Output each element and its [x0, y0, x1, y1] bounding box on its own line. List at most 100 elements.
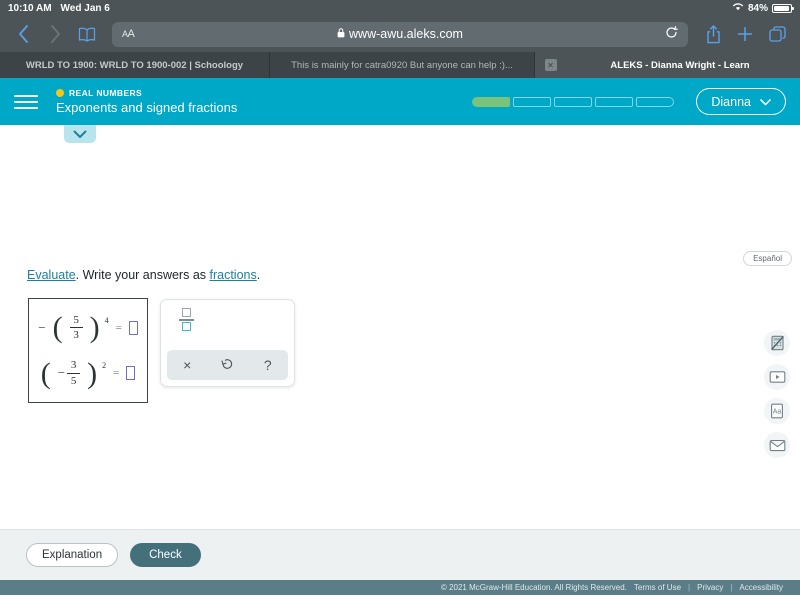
footer-separator-2: | [730, 583, 732, 592]
negative-fraction-3-over-5: − 3 5 [58, 359, 80, 387]
status-time: 10:10 AM [8, 3, 52, 14]
explanation-label: Explanation [42, 549, 102, 561]
progress-segment-2 [513, 97, 551, 107]
forward-button[interactable] [42, 21, 68, 47]
equals-sign: = [116, 322, 122, 334]
espanol-label: Español [753, 254, 782, 263]
clear-icon[interactable]: × [171, 357, 203, 373]
bookmarks-button[interactable] [74, 21, 100, 47]
right-paren: ) [87, 360, 97, 387]
app-root: 10:10 AM Wed Jan 6 84% AA w [0, 0, 800, 600]
progress-segment-4 [595, 97, 633, 107]
ios-status-bar: 10:10 AM Wed Jan 6 84% [0, 0, 800, 16]
numerator: 5 [73, 314, 79, 327]
reload-button[interactable] [665, 26, 678, 42]
close-icon[interactable]: ✕ [545, 59, 557, 71]
new-tab-icon[interactable] [732, 21, 758, 47]
answer-input-1[interactable] [129, 321, 138, 335]
right-paren: ) [90, 314, 100, 341]
check-label: Check [149, 549, 182, 561]
page-footer: © 2021 McGraw-Hill Education. All Rights… [0, 580, 800, 595]
topic-row: REAL NUMBERS [56, 88, 237, 98]
back-button[interactable] [10, 21, 36, 47]
tab-title: ALEKS - Dianna Wright - Learn [610, 60, 749, 71]
tab-close-container: ✕ [535, 52, 560, 78]
problem-box: − ( 5 3 ) 4 = ( − 3 [28, 298, 148, 403]
browser-tab-schoology[interactable]: WRLD TO 1900: WRLD TO 1900-002 | Schoolo… [0, 52, 270, 78]
tool-rail: Aa [764, 330, 790, 458]
header-title-block: REAL NUMBERS Exponents and signed fracti… [56, 88, 237, 115]
help-icon[interactable]: ? [252, 357, 284, 373]
copyright-text: © 2021 McGraw-Hill Education. All Rights… [441, 583, 627, 592]
undo-icon[interactable] [211, 357, 243, 374]
fraction-denominator-slot [182, 322, 191, 331]
fractions-link[interactable]: fractions [210, 268, 257, 282]
fraction-template-bar [179, 319, 194, 321]
instruction-text: Evaluate. Write your answers as fraction… [27, 268, 260, 282]
left-paren: ( [53, 314, 63, 341]
progress-segment-3 [554, 97, 592, 107]
battery-percent-label: 84% [748, 3, 768, 14]
check-button[interactable]: Check [130, 543, 201, 567]
exercise-content: Español Evaluate. Write your answers as … [0, 125, 800, 529]
progress-bar [472, 97, 674, 107]
user-name-label: Dianna [711, 95, 751, 109]
url-text-container: www-awu.aleks.com [112, 27, 688, 41]
fraction-numerator-slot [182, 308, 191, 317]
chevron-down-icon [760, 95, 771, 109]
calculator-disabled-icon[interactable] [764, 330, 790, 356]
fraction-3-over-5: 3 5 [67, 359, 80, 387]
envelope-icon[interactable] [764, 432, 790, 458]
keypad-controls-row: × ? [167, 350, 288, 380]
fraction-bar [67, 373, 80, 374]
math-keypad: × ? [160, 299, 295, 387]
instruction-part-1: . Write your answers as [76, 268, 210, 282]
fraction-bar [70, 327, 83, 328]
battery-icon [772, 4, 792, 13]
problem-row-1: − ( 5 3 ) 4 = [29, 314, 147, 342]
answer-input-2[interactable] [126, 366, 135, 380]
user-menu-button[interactable]: Dianna [696, 88, 786, 115]
address-bar[interactable]: AA www-awu.aleks.com [112, 22, 688, 47]
keypad-templates-row [167, 306, 288, 350]
exponent: 4 [105, 316, 109, 325]
browser-tab-aleks-active[interactable]: ALEKS - Dianna Wright - Learn [560, 52, 800, 78]
progress-segment-5 [636, 97, 674, 107]
video-play-icon[interactable] [764, 364, 790, 390]
url-text: www-awu.aleks.com [349, 27, 463, 41]
hamburger-menu-icon[interactable] [14, 95, 38, 109]
denominator: 5 [71, 375, 77, 388]
fraction-5-over-3: 5 3 [70, 314, 83, 342]
exponent: 2 [102, 361, 106, 370]
tab-title: WRLD TO 1900: WRLD TO 1900-002 | Schoolo… [26, 60, 243, 71]
tabs-overview-icon[interactable] [764, 21, 790, 47]
fraction-template-icon[interactable] [179, 308, 194, 331]
browser-tab-forum[interactable]: This is mainly for catra0920 But anyone … [270, 52, 535, 78]
lock-icon [337, 27, 345, 41]
status-date: Wed Jan 6 [61, 3, 110, 14]
tab-bar: WRLD TO 1900: WRLD TO 1900-002 | Schoolo… [0, 52, 800, 78]
wifi-icon [732, 2, 744, 14]
denominator: 3 [73, 329, 79, 342]
numerator: 3 [71, 359, 77, 372]
privacy-link[interactable]: Privacy [697, 583, 723, 592]
text-aa-icon[interactable]: Aa [764, 398, 790, 424]
accessibility-link[interactable]: Accessibility [739, 583, 783, 592]
progress-segment-1 [472, 97, 510, 107]
svg-text:Aa: Aa [773, 409, 782, 416]
collapse-header-button[interactable] [64, 125, 96, 143]
topic-label: REAL NUMBERS [69, 88, 142, 98]
espanol-button[interactable]: Español [743, 251, 792, 266]
explanation-button[interactable]: Explanation [26, 543, 118, 567]
minus-sign-outside: − [38, 320, 45, 336]
page-settings-aa-button[interactable]: AA [122, 28, 134, 40]
status-dot-icon [56, 89, 64, 97]
share-icon[interactable] [700, 21, 726, 47]
terms-of-use-link[interactable]: Terms of Use [634, 583, 681, 592]
evaluate-link[interactable]: Evaluate [27, 268, 76, 282]
aleks-header: REAL NUMBERS Exponents and signed fracti… [0, 78, 800, 125]
action-bar: Explanation Check [0, 530, 800, 580]
instruction-part-2: . [257, 268, 260, 282]
minus-sign-inside: − [58, 365, 65, 381]
lesson-title: Exponents and signed fractions [56, 100, 237, 115]
